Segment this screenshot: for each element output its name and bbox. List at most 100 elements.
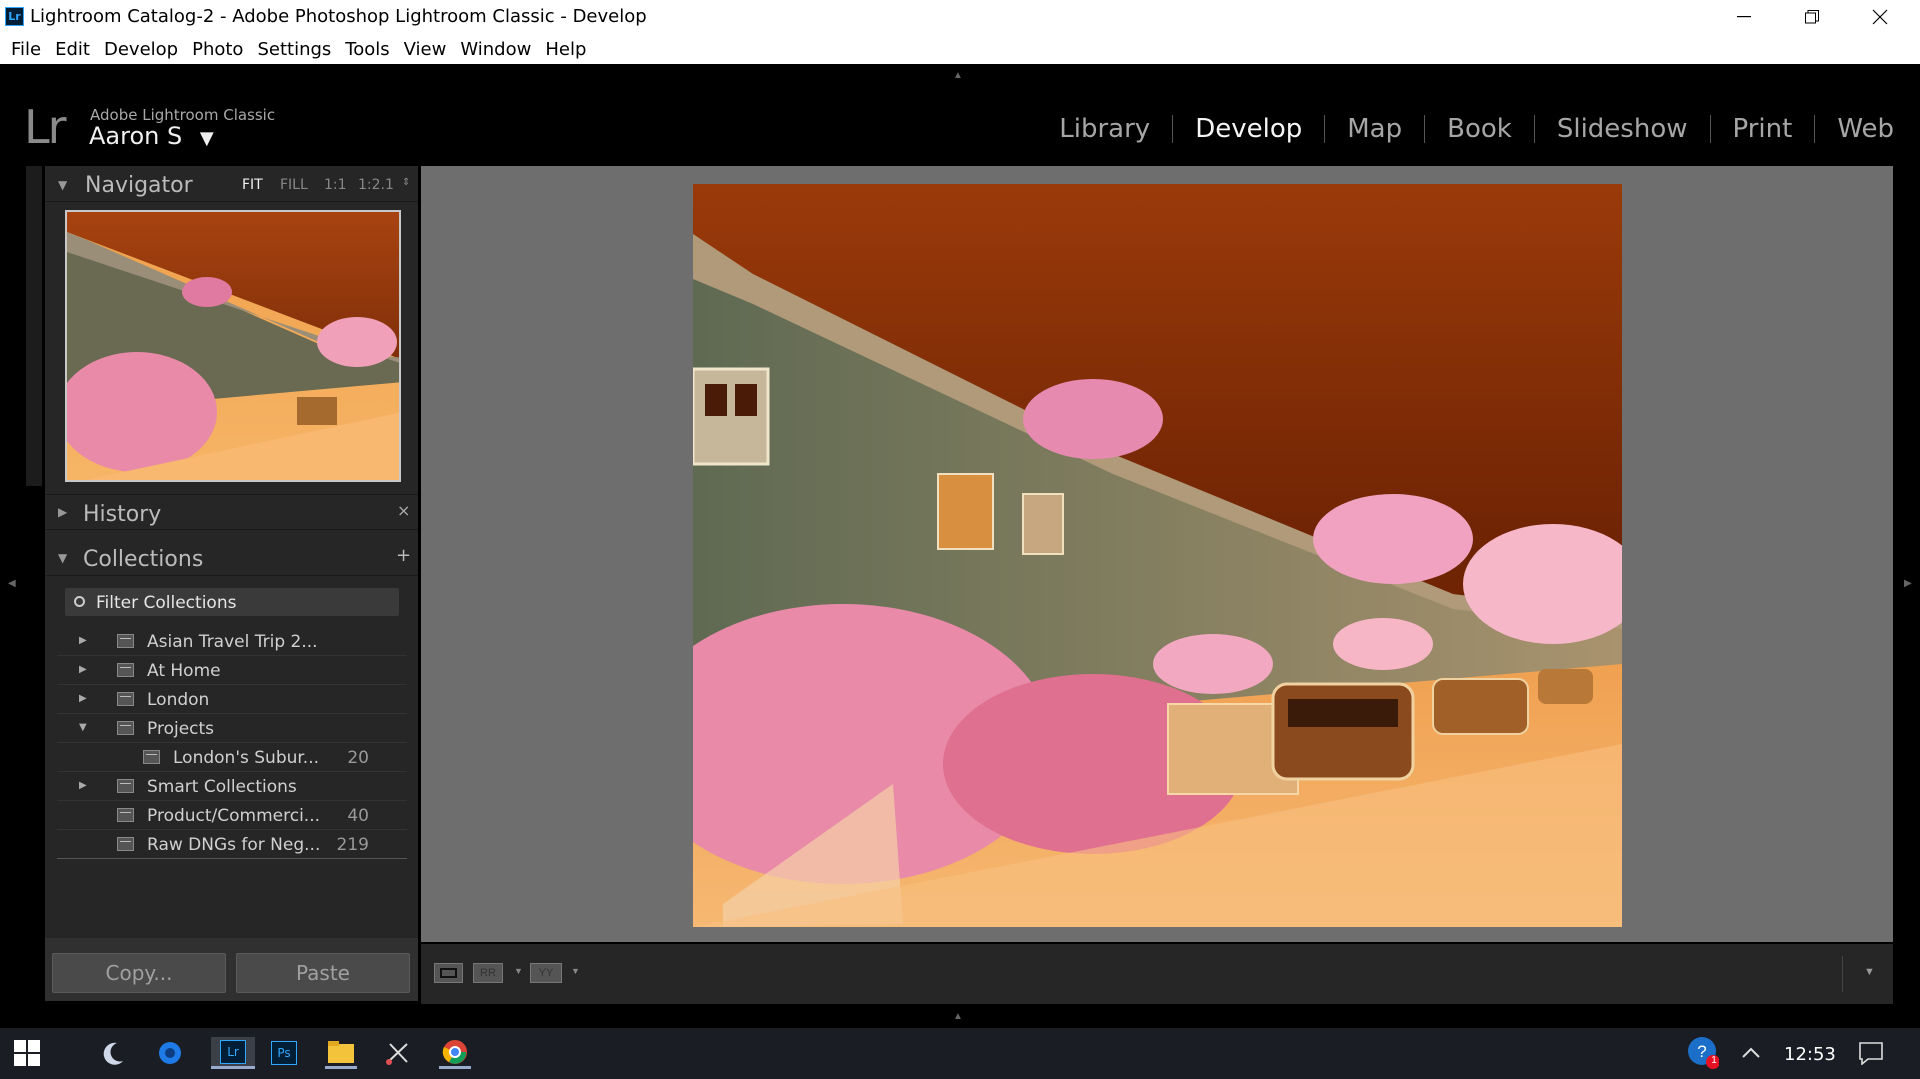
expand-right-icon[interactable]: ▶ <box>79 693 87 704</box>
circle-blue-icon[interactable] <box>154 1037 186 1069</box>
menu-view[interactable]: View <box>397 39 454 60</box>
windows-start-icon[interactable] <box>11 1037 43 1069</box>
menu-photo[interactable]: Photo <box>185 39 250 60</box>
minimize-button[interactable] <box>1710 0 1778 34</box>
zoom-custom[interactable]: 1:2.1 <box>358 177 394 193</box>
collection-label: Asian Travel Trip 2... <box>147 632 318 652</box>
action-center-icon[interactable] <box>1855 1037 1887 1069</box>
loupe-view-icon <box>440 968 457 978</box>
zoom-fill[interactable]: FILL <box>280 177 308 193</box>
toolbar-options-icon[interactable]: ▼ <box>1864 966 1875 978</box>
collection-label: Projects <box>147 719 215 739</box>
top-panel-toggle-icon[interactable]: ▲ <box>953 70 963 81</box>
collection-icon <box>143 750 160 764</box>
module-print[interactable]: Print <box>1711 115 1816 143</box>
filter-collections-field[interactable]: Filter Collections <box>65 588 399 616</box>
close-icon <box>1872 9 1888 25</box>
chevron-down-icon[interactable]: ▼ <box>514 966 523 976</box>
loupe-view-button[interactable] <box>434 963 463 983</box>
collection-label: Smart Collections <box>147 777 297 797</box>
zoom-fit[interactable]: FIT <box>242 177 263 193</box>
collapse-down-icon: ▼ <box>58 551 68 565</box>
navigator-title: Navigator <box>85 173 193 198</box>
close-button[interactable] <box>1846 0 1914 34</box>
collection-item[interactable]: ▶ Smart Collections <box>57 772 407 801</box>
search-icon <box>74 596 85 607</box>
windows-logo-icon <box>14 1040 40 1066</box>
history-header[interactable]: ▶ History × <box>45 494 418 530</box>
module-book[interactable]: Book <box>1425 115 1535 143</box>
collection-item[interactable]: Product/Commerci... 40 <box>57 801 407 830</box>
chevron-up-icon[interactable] <box>1735 1037 1767 1069</box>
menu-settings[interactable]: Settings <box>250 39 338 60</box>
copy-settings-button[interactable]: Copy... <box>52 953 226 993</box>
collection-item[interactable]: London's Subur... 20 <box>57 743 407 772</box>
toolbar-divider <box>1842 956 1843 992</box>
help-icon[interactable]: ? 1 <box>1687 1037 1719 1069</box>
module-map[interactable]: Map <box>1325 115 1426 143</box>
collection-item[interactable]: ▶ London <box>57 685 407 714</box>
left-panel-toggle-icon[interactable]: ◀ <box>8 578 16 589</box>
paste-settings-button[interactable]: Paste <box>236 953 410 993</box>
before-after-button[interactable]: YY <box>530 963 562 983</box>
main-photo[interactable] <box>693 184 1622 927</box>
develop-toolbar: RR ▼ YY ▼ ▼ <box>421 944 1893 1004</box>
menu-help[interactable]: Help <box>538 39 593 60</box>
bottom-panel-toggle-icon[interactable]: ▲ <box>953 1011 963 1022</box>
compare-view-button[interactable]: RR <box>473 963 503 983</box>
expand-down-icon[interactable]: ▼ <box>79 722 87 733</box>
module-library[interactable]: Library <box>1037 115 1174 143</box>
collection-set-icon <box>117 663 134 677</box>
expand-right-icon[interactable]: ▶ <box>79 635 87 646</box>
expand-right-icon[interactable]: ▶ <box>79 664 87 675</box>
menu-develop[interactable]: Develop <box>97 39 185 60</box>
collection-icon <box>117 837 134 851</box>
photo-image <box>693 184 1622 927</box>
photoshop-icon[interactable]: Ps <box>268 1037 300 1069</box>
menu-tools[interactable]: Tools <box>338 39 396 60</box>
collection-label: Raw DNGs for Neg... <box>147 835 321 855</box>
clear-history-icon[interactable]: × <box>397 501 410 520</box>
menu-edit[interactable]: Edit <box>48 39 97 60</box>
collection-item[interactable]: ▶ At Home <box>57 656 407 685</box>
taskbar-clock[interactable]: 12:53 <box>1784 1044 1836 1065</box>
chrome-icon[interactable] <box>439 1037 471 1069</box>
restore-button[interactable] <box>1778 0 1846 34</box>
navigator-preview[interactable] <box>65 210 401 482</box>
user-menu[interactable]: Aaron S ▼ <box>89 122 214 150</box>
collection-set-icon <box>117 692 134 706</box>
module-slideshow[interactable]: Slideshow <box>1535 115 1711 143</box>
module-develop[interactable]: Develop <box>1173 115 1326 143</box>
collection-item[interactable]: Raw DNGs for Neg... 219 <box>57 830 407 859</box>
collection-label: London's Subur... <box>173 748 320 768</box>
chevron-down-icon[interactable]: ▼ <box>571 966 580 976</box>
chevron-down-icon: ▼ <box>199 128 214 149</box>
moon-icon[interactable] <box>97 1037 129 1069</box>
zoom-1-1[interactable]: 1:1 <box>324 177 347 193</box>
collections-title: Collections <box>83 547 204 572</box>
collection-item[interactable]: ▶ Asian Travel Trip 2... <box>57 627 407 656</box>
scissor-icon[interactable] <box>382 1037 414 1069</box>
navigator-header[interactable]: ▼ Navigator FIT FILL 1:1 1:2.1 ⇕ <box>45 166 418 202</box>
file-explorer-icon[interactable] <box>325 1037 357 1069</box>
add-collection-icon[interactable]: + <box>396 545 411 566</box>
window-titlebar: Lr Lightroom Catalog-2 - Adobe Photoshop… <box>0 0 1920 34</box>
collection-label: Product/Commerci... <box>147 806 321 826</box>
user-name: Aaron S <box>89 122 183 150</box>
collections-header[interactable]: ▼ Collections + <box>45 539 418 576</box>
collection-set-icon <box>117 634 134 648</box>
zoom-menu-icon[interactable]: ⇕ <box>402 177 410 188</box>
minimize-icon <box>1737 16 1751 18</box>
menu-file[interactable]: File <box>4 39 48 60</box>
collection-label: At Home <box>147 661 221 681</box>
collection-item[interactable]: ▼ Projects <box>57 714 407 743</box>
collapse-down-icon: ▼ <box>58 178 68 192</box>
menu-window[interactable]: Window <box>453 39 538 60</box>
right-panel-toggle-icon[interactable]: ▶ <box>1904 578 1912 589</box>
module-web[interactable]: Web <box>1815 115 1894 143</box>
navigator-thumbnail-image <box>67 212 399 480</box>
lightroom-icon[interactable]: Lr <box>211 1037 255 1069</box>
notification-badge: 1 <box>1711 1055 1717 1066</box>
left-panel-scroll[interactable] <box>26 166 42 486</box>
expand-right-icon[interactable]: ▶ <box>79 780 87 791</box>
